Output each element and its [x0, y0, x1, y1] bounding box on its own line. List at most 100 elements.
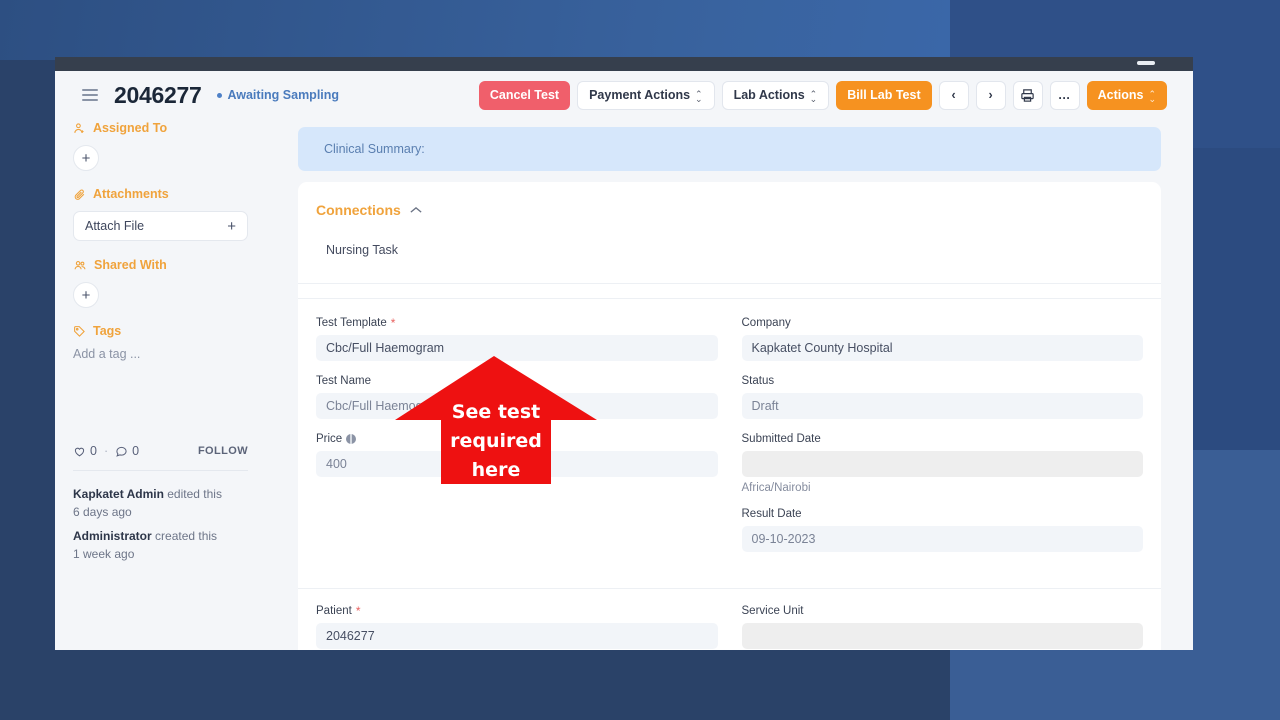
- price-input[interactable]: 400: [316, 451, 718, 477]
- add-tag-input[interactable]: Add a tag ...: [73, 347, 248, 361]
- chevron-updown-icon: ⌃ ⌄: [695, 89, 703, 104]
- service-unit-input[interactable]: [741, 623, 1143, 649]
- attach-file-label: Attach File: [85, 219, 145, 233]
- left-sidebar: Assigned To + Attachments Attach File +: [55, 119, 266, 650]
- price-label: Price: [316, 433, 343, 445]
- attach-file-button[interactable]: Attach File +: [73, 211, 248, 241]
- comment-count: 0: [132, 444, 140, 458]
- plus-icon: +: [81, 286, 91, 304]
- patient-section: Patient * 2046277 Service Unit: [298, 589, 1161, 650]
- minimize-icon[interactable]: [1137, 61, 1155, 65]
- next-record-button[interactable]: ›: [975, 80, 1006, 110]
- required-marker: *: [390, 316, 396, 330]
- attachments-label: Attachments: [93, 187, 169, 201]
- field-patient: Patient * 2046277: [316, 605, 718, 649]
- field-label: Result Date: [742, 508, 1144, 520]
- sidebar-divider: [73, 470, 248, 471]
- page-header: 2046277 Awaiting Sampling Cancel Test Pa…: [55, 71, 1193, 119]
- globe-icon: [346, 434, 357, 444]
- test-template-input[interactable]: Cbc/Full Haemogram: [316, 335, 718, 361]
- field-label: Service Unit: [742, 605, 1144, 617]
- connections-title: Connections: [316, 202, 401, 218]
- activity-user: Kapkatet Admin: [73, 487, 164, 501]
- result-date-input[interactable]: 09-10-2023: [741, 526, 1143, 552]
- field-test-name: Test Name Cbc/Full Haemogram: [316, 375, 718, 419]
- comment-icon[interactable]: [115, 445, 128, 458]
- activity-item: Kapkatet Admin edited this 6 days ago: [73, 485, 222, 521]
- chevron-up-icon[interactable]: [410, 206, 422, 214]
- service-unit-label: Service Unit: [741, 605, 804, 617]
- activity-item: Administrator created this 1 week ago: [73, 527, 217, 563]
- form-card: Connections Nursing Task Test Template *…: [298, 182, 1161, 650]
- status-label: Awaiting Sampling: [227, 88, 340, 102]
- fields-column-right: Company Kapkatet County Hospital Status: [741, 317, 1144, 566]
- printer-icon: [1021, 88, 1034, 102]
- tag-icon: [74, 325, 85, 337]
- test-name-label: Test Name: [316, 375, 371, 387]
- company-input[interactable]: Kapkatet County Hospital: [741, 335, 1143, 361]
- chevron-updown-icon: ⌃ ⌄: [809, 89, 818, 104]
- submitted-date-input[interactable]: [741, 451, 1143, 477]
- ellipsis-icon: …: [1057, 88, 1072, 102]
- test-name-input[interactable]: Cbc/Full Haemogram: [316, 393, 718, 419]
- patient-value: 2046277: [326, 629, 375, 643]
- company-value: Kapkatet County Hospital: [751, 341, 893, 355]
- test-name-value: Cbc/Full Haemogram: [326, 399, 445, 413]
- desktop-band-left: [0, 60, 55, 650]
- main-content: Clinical Summary: Connections Nursing Ta…: [266, 119, 1193, 650]
- chevron-right-icon: ›: [988, 88, 993, 102]
- bill-lab-test-label: Bill Lab Test: [847, 88, 921, 102]
- lab-actions-button[interactable]: Lab Actions ⌃ ⌄: [721, 80, 830, 110]
- tags-label: Tags: [93, 324, 122, 338]
- result-date-value: 09-10-2023: [751, 532, 816, 546]
- user-plus-icon: [74, 122, 84, 133]
- like-count: 0: [90, 444, 97, 458]
- price-value: 400: [326, 457, 347, 471]
- patient-input[interactable]: 2046277: [316, 623, 718, 649]
- timezone-hint: Africa/Nairobi: [741, 482, 811, 494]
- chevron-left-icon: ‹: [951, 88, 956, 102]
- field-result-date: Result Date 09-10-2023: [741, 508, 1144, 552]
- submitted-date-label: Submitted Date: [741, 433, 821, 445]
- add-shared-user-button[interactable]: +: [73, 282, 99, 308]
- actions-button[interactable]: Actions ⌃ ⌄: [1086, 80, 1167, 110]
- social-row: 0 · 0 FOLLOW: [73, 444, 248, 458]
- activity-action: edited this: [163, 487, 222, 501]
- field-service-unit: Service Unit: [741, 605, 1144, 649]
- add-assignee-button[interactable]: +: [73, 145, 99, 171]
- field-submitted-date: Submitted Date Africa/Nairobi: [741, 433, 1143, 494]
- users-icon: [74, 260, 86, 269]
- hamburger-icon[interactable]: [82, 89, 98, 101]
- cancel-test-button[interactable]: Cancel Test: [478, 80, 571, 110]
- fields-column-left: Test Template * Cbc/Full Haemogram Test …: [316, 317, 718, 566]
- field-label: Status: [742, 375, 1144, 387]
- payment-actions-button[interactable]: Payment Actions ⌃ ⌄: [577, 80, 715, 110]
- status-input[interactable]: Draft: [741, 393, 1143, 419]
- activity-time: 6 days ago: [73, 505, 132, 519]
- window-titlebar[interactable]: [55, 57, 1193, 71]
- activity-user: Administrator: [73, 529, 152, 543]
- status-badge[interactable]: Awaiting Sampling: [217, 88, 339, 102]
- status-field-label: Status: [741, 375, 775, 387]
- follow-button[interactable]: FOLLOW: [198, 445, 248, 457]
- tags-heading: Tags: [73, 324, 248, 338]
- field-price: Price 400: [316, 433, 718, 477]
- status-dot-icon: [217, 92, 223, 98]
- field-label: Price: [316, 433, 718, 445]
- paperclip-icon: [74, 188, 85, 200]
- bill-lab-test-button[interactable]: Bill Lab Test: [836, 80, 932, 110]
- main-fields-grid: Test Template * Cbc/Full Haemogram Test …: [298, 299, 1161, 588]
- shared-with-label: Shared With: [94, 258, 167, 272]
- attachments-heading: Attachments: [73, 187, 248, 201]
- app-window: 2046277 Awaiting Sampling Cancel Test Pa…: [55, 57, 1193, 650]
- print-button[interactable]: [1012, 80, 1043, 110]
- shared-with-heading: Shared With: [73, 258, 248, 272]
- more-options-button[interactable]: …: [1049, 80, 1080, 110]
- result-date-label: Result Date: [741, 508, 802, 520]
- connection-item-nursing-task[interactable]: Nursing Task: [316, 243, 1143, 257]
- heart-icon[interactable]: [73, 445, 86, 458]
- previous-record-button[interactable]: ‹: [938, 80, 969, 110]
- clinical-summary-banner: Clinical Summary:: [298, 127, 1161, 171]
- connections-header[interactable]: Connections: [316, 202, 1143, 218]
- field-test-template: Test Template * Cbc/Full Haemogram: [316, 317, 718, 361]
